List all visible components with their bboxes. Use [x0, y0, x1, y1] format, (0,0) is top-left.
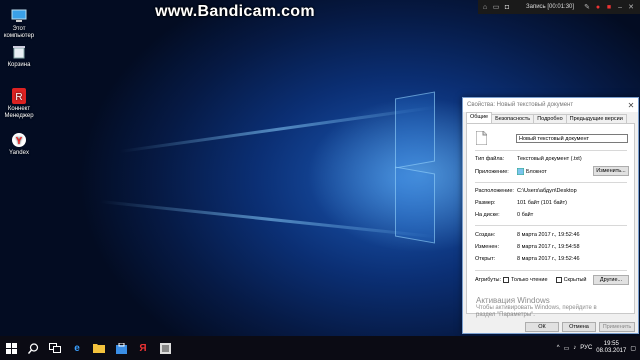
- disk-size-value: 0 байт: [517, 212, 534, 218]
- desktop-icon-yandex[interactable]: Y Yandex: [2, 132, 36, 157]
- folder-icon[interactable]: ▭: [492, 3, 500, 11]
- activation-line-2: раздел "Параметры".: [476, 312, 535, 318]
- pen-icon[interactable]: ✎: [583, 3, 591, 11]
- change-button[interactable]: Изменить...: [593, 166, 629, 176]
- modified-value: 8 марта 2017 г., 19:54:58: [517, 244, 580, 250]
- record-icon[interactable]: ■: [605, 3, 613, 11]
- readonly-checkbox[interactable]: [503, 277, 509, 283]
- notifications-icon[interactable]: ▢: [630, 345, 636, 352]
- clock[interactable]: 19:55 08.03.2017: [596, 341, 626, 355]
- readonly-label: Только чтение: [511, 277, 548, 283]
- connect-manager-icon: R: [11, 88, 27, 104]
- yandex-taskbar-icon[interactable]: Я: [132, 336, 154, 360]
- recycle-bin-icon: [11, 44, 27, 60]
- app-icon[interactable]: [154, 336, 176, 360]
- system-tray: ^ ▭ ♪ РУС 19:55 08.03.2017 ▢: [557, 341, 640, 355]
- divider: [475, 270, 627, 271]
- divider: [475, 150, 627, 151]
- file-name-input[interactable]: Новый текстовый документ: [516, 134, 628, 143]
- dialog-tabs: Общие Безопасность Подробно Предыдущие в…: [463, 112, 638, 123]
- desktop-icon-computer[interactable]: Этот компьютер: [2, 8, 36, 40]
- tab-previous-versions[interactable]: Предыдущие версии: [565, 114, 627, 123]
- svg-text:Y: Y: [16, 136, 23, 147]
- opened-value: 8 марта 2017 г., 19:52:46: [517, 256, 580, 262]
- size-label: Размер:: [475, 200, 496, 206]
- recording-status: Запись [00:01:30]: [526, 4, 575, 10]
- application-label: Приложение:: [475, 168, 509, 175]
- windows-logo-pane: [395, 91, 435, 169]
- recorder-toolbar: ⌂ ▭ ◘ Запись [00:01:30] ✎ ● ■ – ✕: [478, 0, 640, 14]
- edge-browser-icon[interactable]: e: [66, 336, 88, 360]
- home-icon[interactable]: ⌂: [481, 3, 489, 11]
- desktop-icon-label: Корзина: [7, 62, 31, 68]
- desktop-icon-label: Этот компьютер: [3, 26, 35, 39]
- taskbar: e Я ^ ▭ ♪ РУС 19:55 08.03.2017 ▢: [0, 336, 640, 360]
- text-file-icon: [476, 131, 487, 145]
- network-icon[interactable]: ▭: [564, 345, 570, 352]
- application-value: Блокнот: [526, 168, 547, 175]
- tab-general[interactable]: Общие: [466, 112, 493, 123]
- hidden-label: Скрытый: [563, 277, 587, 283]
- windows-logo-pane: [395, 166, 435, 244]
- file-explorer-icon[interactable]: [88, 336, 110, 360]
- close-icon[interactable]: ✕: [624, 101, 638, 110]
- location-label: Расположение:: [475, 188, 514, 194]
- close-icon[interactable]: ✕: [627, 3, 635, 11]
- other-attributes-button[interactable]: Другие...: [593, 275, 629, 285]
- tab-details[interactable]: Подробно: [533, 114, 567, 123]
- opened-label: Открыт:: [475, 256, 496, 262]
- clock-time: 19:55: [603, 341, 619, 347]
- stop-record-icon[interactable]: ●: [594, 3, 602, 11]
- search-icon[interactable]: [22, 336, 44, 360]
- created-value: 8 марта 2017 г., 19:52:46: [517, 232, 580, 238]
- divider: [475, 225, 627, 226]
- file-type-value: Текстовый документ (.txt): [517, 156, 582, 162]
- computer-icon: [11, 8, 27, 24]
- apply-button[interactable]: Применить: [599, 322, 635, 332]
- activation-title: Активация Windows: [476, 296, 550, 305]
- yandex-browser-icon: Y: [11, 132, 27, 148]
- store-icon[interactable]: [110, 336, 132, 360]
- general-tab-panel: Новый текстовый документ Тип файла: Текс…: [466, 123, 635, 314]
- file-type-label: Тип файла:: [475, 156, 505, 162]
- windows-start-icon: [5, 342, 17, 354]
- size-value: 101 байт (101 байт): [517, 200, 567, 206]
- attributes-label: Атрибуты:: [475, 277, 501, 283]
- location-value: C:\Users\абдул\Desktop: [517, 188, 577, 194]
- tab-security[interactable]: Безопасность: [491, 114, 535, 123]
- dialog-titlebar[interactable]: Свойства: Новый текстовый документ ✕: [463, 98, 638, 112]
- hidden-checkbox[interactable]: [555, 277, 562, 283]
- keyboard-language[interactable]: РУС: [580, 345, 592, 351]
- notepad-icon: [517, 168, 524, 175]
- svg-text:R: R: [15, 92, 22, 103]
- cancel-button[interactable]: Отмена: [562, 322, 596, 332]
- task-view-icon[interactable]: [44, 336, 66, 360]
- light-beam: [119, 105, 438, 153]
- modified-label: Изменен:: [475, 244, 499, 250]
- ok-button[interactable]: ОК: [525, 322, 559, 332]
- created-label: Создан:: [475, 232, 496, 238]
- disk-size-label: На диске:: [475, 212, 500, 218]
- desktop-icon-connect-manager[interactable]: R Коннект Менеджер: [2, 88, 36, 120]
- dialog-title: Свойства: Новый текстовый документ: [467, 102, 574, 108]
- desktop-icon-label: Коннект Менеджер: [4, 106, 34, 119]
- start-button[interactable]: [0, 336, 22, 360]
- windows-activation-notice: Активация Windows Чтобы активировать Win…: [476, 296, 597, 319]
- divider: [475, 182, 627, 183]
- clock-date: 08.03.2017: [596, 348, 627, 354]
- desktop-icon-label: Yandex: [9, 150, 29, 156]
- minimize-icon[interactable]: –: [616, 3, 624, 11]
- volume-icon[interactable]: ♪: [573, 345, 576, 351]
- desktop-icon-recycle-bin[interactable]: Корзина: [2, 44, 36, 69]
- light-beam: [99, 200, 439, 239]
- camera-icon[interactable]: ◘: [503, 3, 511, 11]
- bandicam-watermark: www.Bandicam.com: [155, 3, 315, 20]
- tray-expand-icon[interactable]: ^: [557, 345, 560, 351]
- activation-line-1: Чтобы активировать Windows, перейдите в: [476, 305, 597, 311]
